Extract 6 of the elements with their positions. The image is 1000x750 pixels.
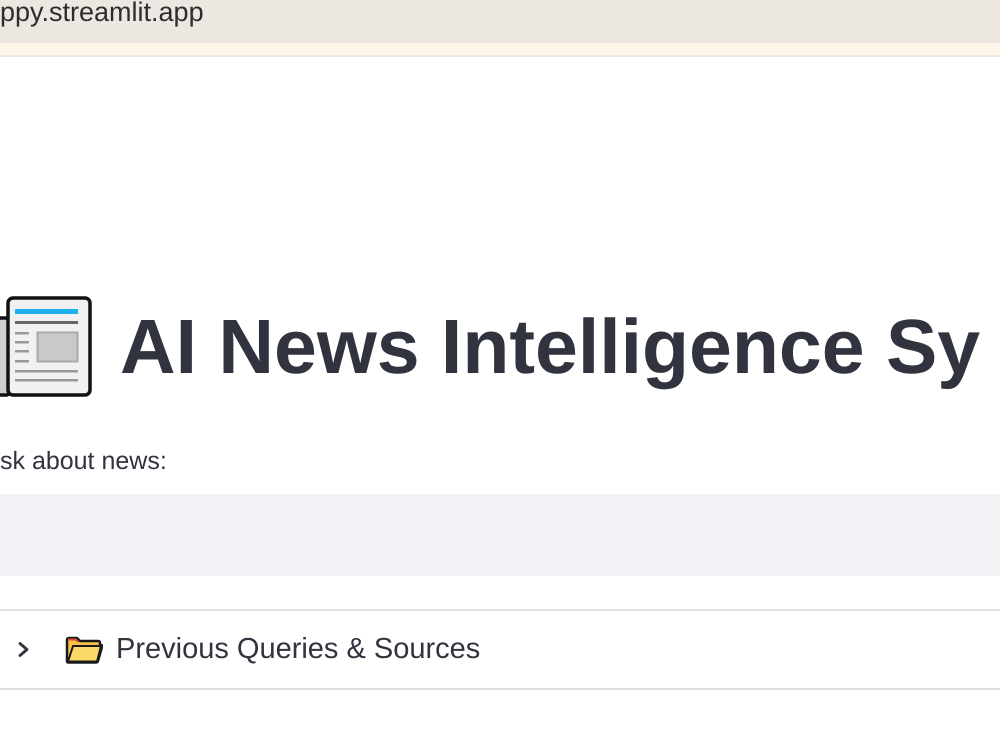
field-label: sk about news:: [0, 446, 168, 476]
page-title: AI News Intelligence Sy: [120, 302, 980, 392]
expander-toggle[interactable]: Previous Queries & Sources: [0, 609, 1000, 690]
folder-icon: [65, 636, 103, 664]
address-field[interactable]: ppy.streamlit.app: [0, 0, 1000, 43]
newspaper-icon: [0, 296, 92, 398]
